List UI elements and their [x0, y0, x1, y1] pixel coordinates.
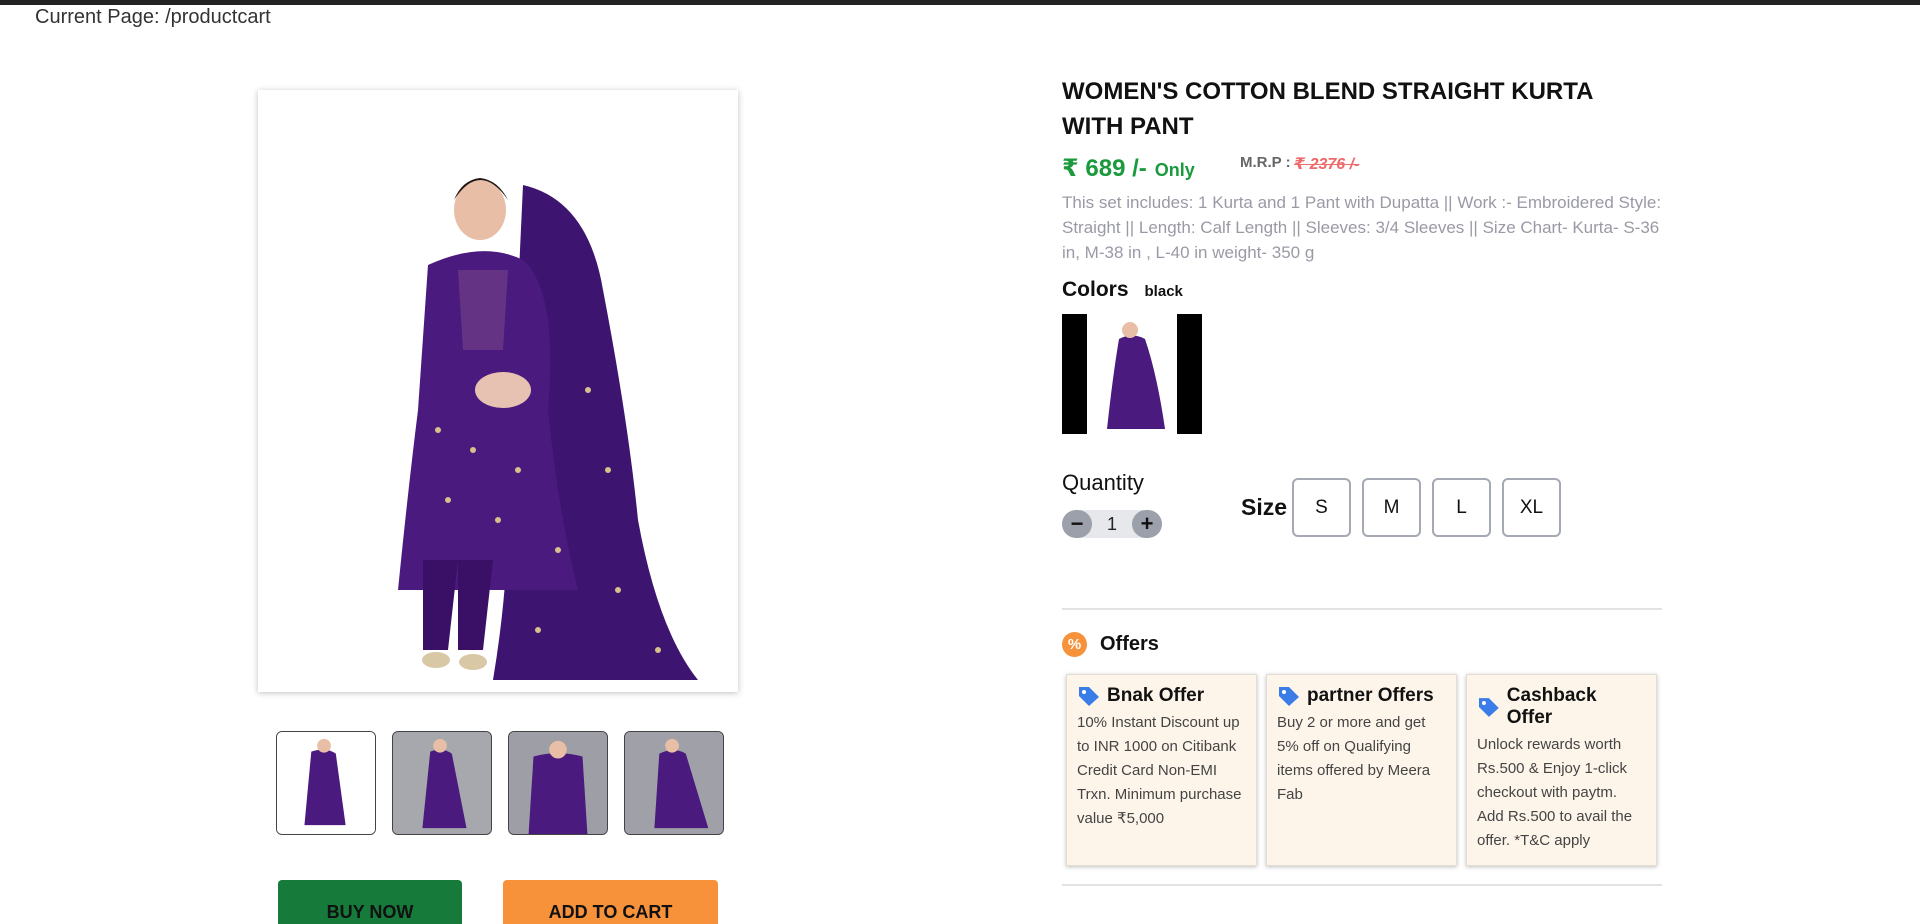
offers-bottom-divider — [1062, 884, 1662, 886]
offer-card-cashback[interactable]: Cashback Offer Unlock rewards worth Rs.5… — [1466, 674, 1657, 866]
offer-card-title: Cashback Offer — [1506, 685, 1597, 728]
size-option-m[interactable]: M — [1362, 478, 1421, 537]
offer-card-body: Buy 2 or more and get 5% off on Qualifyi… — [1277, 714, 1431, 803]
thumbnail-1[interactable] — [276, 731, 376, 835]
quantity-stepper: − 1 + — [1062, 510, 1162, 538]
main-product-image — [258, 90, 738, 692]
tag-icon — [1478, 698, 1499, 717]
thumbnail-2[interactable] — [392, 731, 492, 835]
size-option-s[interactable]: S — [1292, 478, 1351, 537]
tag-icon — [1079, 687, 1099, 706]
offers-top-divider — [1062, 608, 1662, 610]
top-bar — [0, 0, 1920, 5]
tag-icon — [1279, 687, 1299, 706]
size-options: S M L XL — [1292, 478, 1561, 537]
quantity-value: 1 — [1106, 513, 1117, 534]
color-swatch-black[interactable] — [1062, 314, 1202, 434]
thumbnail-3[interactable] — [508, 731, 608, 835]
product-title: WOMEN'S COTTON BLEND STRAIGHT KURTA WITH… — [1062, 78, 1593, 140]
size-option-xl[interactable]: XL — [1502, 478, 1561, 537]
increment-button[interactable]: + — [1132, 510, 1162, 538]
price-row: ₹ 689 /- Only — [1062, 154, 1195, 183]
offer-card-title: partner Offers — [1307, 685, 1434, 706]
offers-header: % Offers — [1062, 632, 1159, 657]
discount-badge-icon: % — [1062, 632, 1087, 657]
current-page-label: Current Page: /productcart — [35, 6, 271, 28]
offer-card-partner[interactable]: partner Offers Buy 2 or more and get 5% … — [1266, 674, 1457, 866]
offer-card-body: Unlock rewards worth Rs.500 & Enjoy 1-cl… — [1477, 736, 1633, 849]
product-description: This set includes: 1 Kurta and 1 Pant wi… — [1062, 193, 1662, 262]
mrp-value: ₹ 2376 /- — [1294, 156, 1360, 173]
thumbnail-4[interactable] — [624, 731, 724, 835]
offers-title: Offers — [1100, 633, 1159, 655]
colors-label: Colors — [1062, 278, 1129, 301]
quantity-label: Quantity — [1062, 470, 1144, 495]
offer-card-body: 10% Instant Discount up to INR 1000 on C… — [1077, 714, 1242, 827]
offer-card-bank[interactable]: Bnak Offer 10% Instant Discount up to IN… — [1066, 674, 1257, 866]
size-label: Size — [1241, 494, 1288, 520]
size-option-l[interactable]: L — [1432, 478, 1491, 537]
offer-card-title: Bnak Offer — [1107, 685, 1205, 706]
product-price: ₹ 689 /- — [1062, 155, 1147, 182]
add-to-cart-button[interactable]: ADD TO CART — [503, 880, 718, 924]
colors-row: Colors black — [1062, 278, 1183, 302]
decrement-button[interactable]: − — [1062, 510, 1092, 538]
thumbnail-strip — [276, 731, 724, 835]
mrp-label: M.R.P : — [1240, 154, 1291, 171]
offer-cards: Bnak Offer 10% Instant Discount up to IN… — [1066, 674, 1657, 866]
price-suffix: Only — [1154, 160, 1195, 180]
selected-color-name: black — [1144, 283, 1183, 300]
buy-now-button[interactable]: BUY NOW — [278, 880, 462, 924]
